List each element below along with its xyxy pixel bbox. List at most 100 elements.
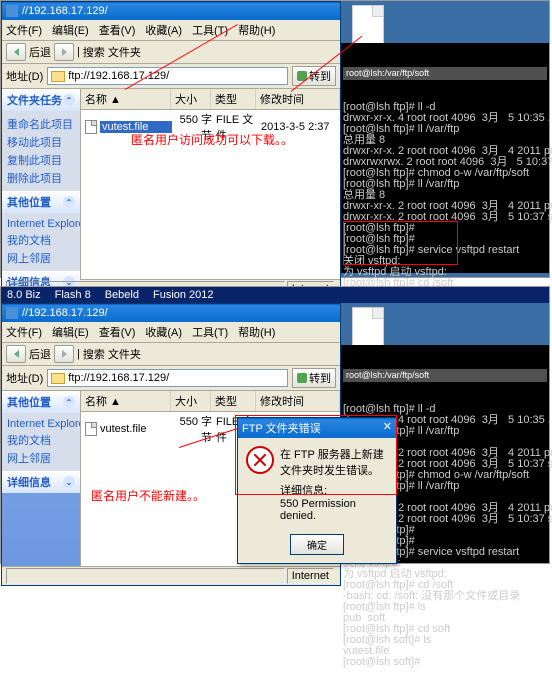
menu-fav[interactable]: 收藏(A): [145, 22, 182, 38]
task-rename[interactable]: 重命名此项目: [7, 115, 75, 133]
forward-icon: [62, 48, 67, 56]
annotation-text: 匿名用户不能新建。。: [91, 487, 205, 504]
annotation-box: [235, 415, 397, 495]
folders-button[interactable]: 文件夹: [108, 44, 141, 60]
back-label: 后退: [29, 346, 51, 362]
column-headers: 名称 ▲ 大小 类型 修改时间: [81, 391, 340, 412]
folder-icon: [6, 307, 18, 319]
explorer-window: //192.168.17.129/ 文件(F) 编辑(E) 查看(V) 收藏(A…: [1, 1, 341, 299]
folder-icon: [6, 5, 18, 17]
window-title: //192.168.17.129/: [22, 307, 108, 319]
taskbar-item[interactable]: Bebeld: [105, 289, 139, 301]
back-button[interactable]: [6, 345, 26, 363]
place-docs[interactable]: 我的文档: [7, 431, 75, 449]
chevron-icon: ⌄: [63, 476, 75, 488]
panel-details-header[interactable]: 详细信息⌄: [2, 471, 80, 493]
address-label: 地址(D): [6, 68, 43, 84]
forward-button[interactable]: [54, 345, 74, 363]
go-icon: [297, 373, 307, 383]
menu-help[interactable]: 帮助(H): [238, 324, 275, 340]
back-icon: [14, 48, 19, 56]
place-ie[interactable]: Internet Explorer: [7, 217, 75, 231]
col-type[interactable]: 类型: [211, 89, 256, 109]
col-type[interactable]: 类型: [211, 391, 256, 411]
forward-icon: [62, 350, 67, 358]
file-name: vutest.file: [100, 423, 172, 435]
menu-bar: 文件(F) 编辑(E) 查看(V) 收藏(A) 工具(T) 帮助(H): [2, 322, 340, 343]
menu-tools[interactable]: 工具(T): [192, 22, 228, 38]
title-bar[interactable]: //192.168.17.129/: [2, 2, 340, 20]
task-move[interactable]: 移动此项目: [7, 133, 75, 151]
menu-bar: 文件(F) 编辑(E) 查看(V) 收藏(A) 工具(T) 帮助(H): [2, 20, 340, 41]
place-network[interactable]: 网上邻居: [7, 249, 75, 267]
file-list: 名称 ▲ 大小 类型 修改时间 vutest.file 550 字节 FILE …: [80, 89, 340, 279]
terminal-title: root@lsh:/var/ftp/soft: [343, 67, 547, 80]
col-size[interactable]: 大小: [171, 89, 211, 109]
col-name[interactable]: 名称 ▲: [81, 391, 171, 411]
window-title: //192.168.17.129/: [22, 5, 108, 17]
toolbar: 后退 | 搜索 文件夹: [2, 343, 340, 366]
col-date[interactable]: 修改时间: [256, 391, 340, 411]
menu-view[interactable]: 查看(V): [99, 22, 136, 38]
menu-fav[interactable]: 收藏(A): [145, 324, 182, 340]
file-size: 550 字节: [172, 413, 212, 445]
address-bar: 地址(D) ftp://192.168.17.129/ 转到: [2, 64, 340, 89]
column-headers: 名称 ▲ 大小 类型 修改时间: [81, 89, 340, 110]
address-label: 地址(D): [6, 370, 43, 386]
search-button[interactable]: 搜索: [83, 346, 105, 362]
back-button[interactable]: [6, 43, 26, 61]
taskbar: 8.0 Biz Flash 8 Bebeld Fusion 2012: [1, 287, 549, 303]
back-label: 后退: [29, 44, 51, 60]
panel-other-header[interactable]: 其他位置⌃: [2, 191, 80, 213]
taskbar-item[interactable]: Flash 8: [55, 289, 91, 301]
ok-button[interactable]: 确定: [290, 534, 344, 555]
place-ie[interactable]: Internet Explorer: [7, 417, 75, 431]
status-bar: Internet: [2, 566, 340, 585]
place-network[interactable]: 网上邻居: [7, 449, 75, 467]
address-text: ftp://192.168.17.129/: [68, 372, 169, 384]
title-bar[interactable]: //192.168.17.129/: [2, 304, 340, 322]
search-button[interactable]: 搜索: [83, 44, 105, 60]
menu-file[interactable]: 文件(F): [6, 22, 42, 38]
col-size[interactable]: 大小: [171, 391, 211, 411]
address-input[interactable]: ftp://192.168.17.129/: [47, 67, 288, 85]
place-docs[interactable]: 我的文档: [7, 231, 75, 249]
terminal-title: root@lsh:/var/ftp/soft: [343, 369, 547, 382]
sidebar: 文件夹任务⌃ 重命名此项目 移动此项目 复制此项目 删除此项目 其他位置⌃ In…: [2, 89, 80, 279]
panel-other-header[interactable]: 其他位置⌃: [2, 391, 80, 413]
task-delete[interactable]: 删除此项目: [7, 169, 75, 187]
sidebar: 其他位置⌃ Internet Explorer 我的文档 网上邻居 详细信息⌄: [2, 391, 80, 566]
go-button[interactable]: 转到: [292, 66, 336, 86]
toolbar: 后退 | 搜索 文件夹: [2, 41, 340, 64]
address-input[interactable]: ftp://192.168.17.129/: [47, 369, 288, 387]
menu-tools[interactable]: 工具(T): [192, 324, 228, 340]
chevron-icon: ⌃: [63, 196, 75, 208]
menu-edit[interactable]: 编辑(E): [52, 324, 89, 340]
panel-tasks-header[interactable]: 文件夹任务⌃: [2, 89, 80, 111]
back-icon: [14, 350, 19, 358]
annotation-box: [343, 221, 458, 265]
go-label: 转到: [309, 370, 331, 386]
file-icon: [85, 422, 97, 436]
dir-icon: [51, 373, 65, 384]
menu-view[interactable]: 查看(V): [99, 324, 136, 340]
col-date[interactable]: 修改时间: [256, 89, 340, 109]
taskbar-item[interactable]: 8.0 Biz: [7, 289, 41, 301]
col-name[interactable]: 名称 ▲: [81, 89, 171, 109]
menu-file[interactable]: 文件(F): [6, 324, 42, 340]
chevron-icon: ⌃: [63, 396, 75, 408]
chevron-icon: ⌃: [63, 94, 75, 106]
forward-button[interactable]: [54, 43, 74, 61]
address-bar: 地址(D) ftp://192.168.17.129/ 转到: [2, 366, 340, 391]
go-label: 转到: [309, 68, 331, 84]
annotation-text: 匿名用户访问成功可以下载。。: [131, 131, 293, 148]
task-copy[interactable]: 复制此项目: [7, 151, 75, 169]
status-left: [6, 568, 285, 584]
menu-help[interactable]: 帮助(H): [238, 22, 275, 38]
file-icon: [85, 120, 97, 134]
taskbar-item[interactable]: Fusion 2012: [153, 289, 214, 301]
dialog-detail: 550 Permission denied.: [280, 498, 388, 522]
go-button[interactable]: 转到: [292, 368, 336, 388]
menu-edit[interactable]: 编辑(E): [52, 22, 89, 38]
folders-button[interactable]: 文件夹: [108, 346, 141, 362]
